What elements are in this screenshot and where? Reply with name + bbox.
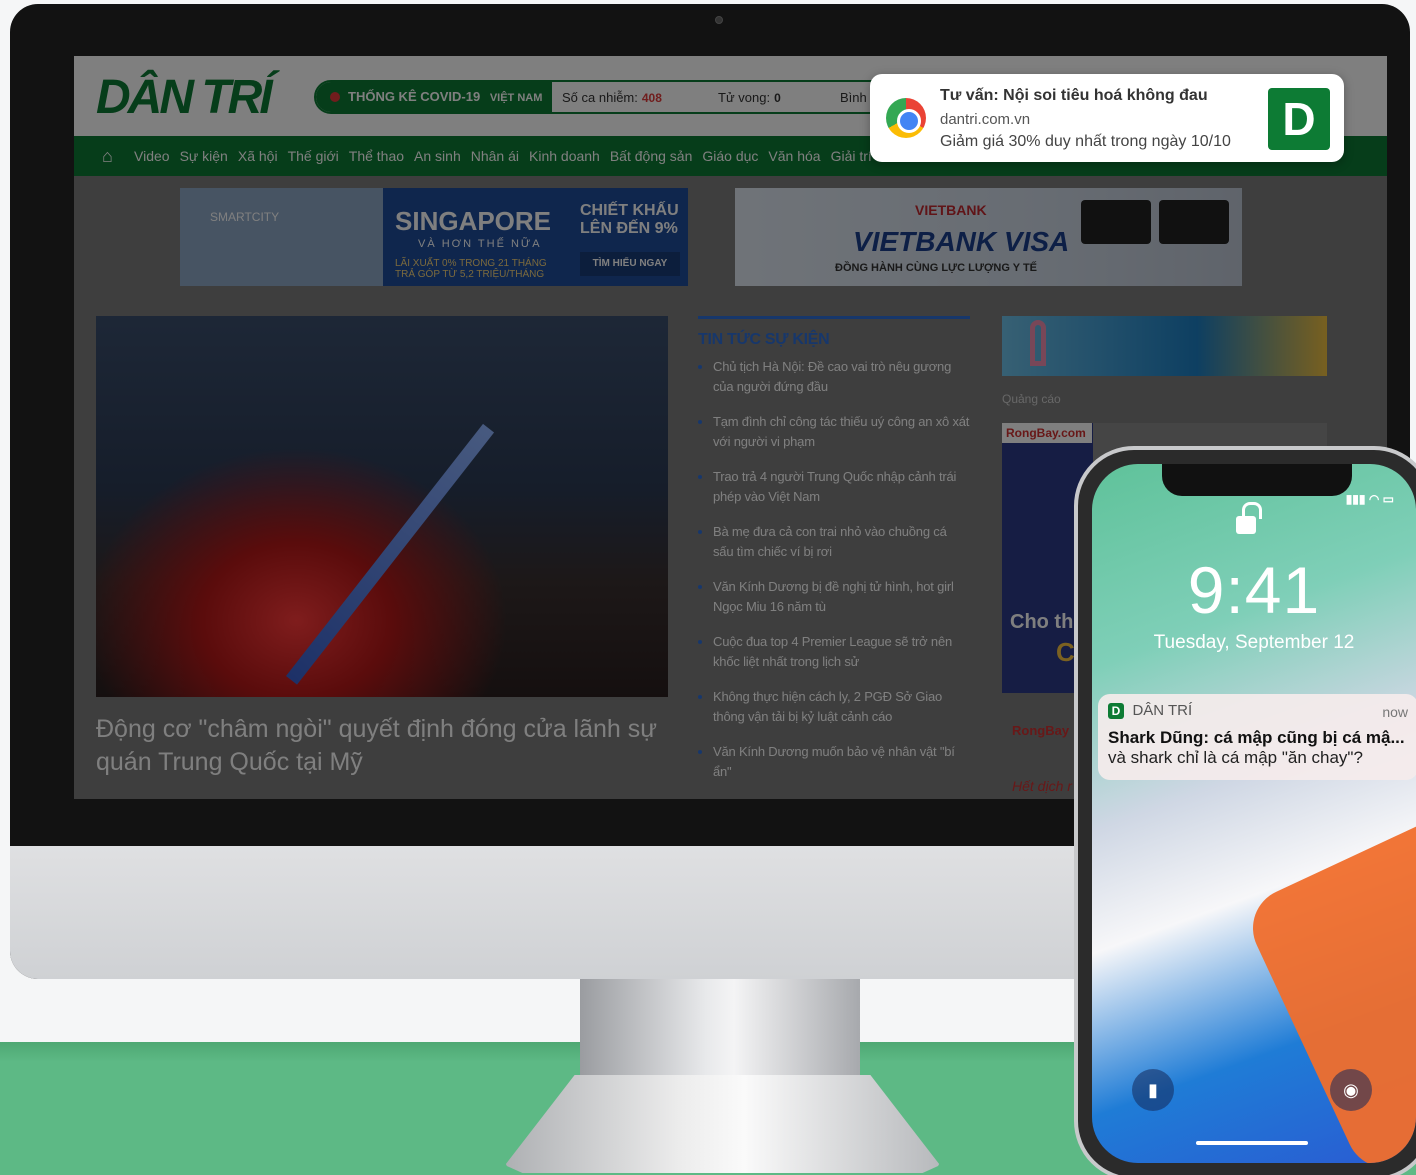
side-ad-ribbon[interactable]	[1002, 316, 1327, 376]
nav-su-kien[interactable]: Sự kiện	[180, 148, 228, 164]
imac-stand	[580, 979, 860, 1079]
wallpaper-shape	[1239, 807, 1416, 1163]
ad1-brand: SMARTCITY	[210, 210, 280, 224]
ad1-cta-button[interactable]: TÌM HIỂU NGAY	[580, 252, 680, 276]
nav-an-sinh[interactable]: An sinh	[414, 148, 461, 164]
home-icon[interactable]: ⌂	[102, 147, 124, 165]
imac-stand-foot	[505, 1075, 940, 1173]
news-item[interactable]: Văn Kính Dương muốn bảo vệ nhân vật "bí …	[698, 742, 970, 797]
dantri-badge-icon: D	[1268, 88, 1330, 150]
notification-body: và shark chỉ là cá mập "ăn chay"?	[1108, 748, 1363, 767]
nav-nhan-ai[interactable]: Nhân ái	[471, 148, 519, 164]
hero-headline[interactable]: Động cơ "châm ngòi" quyết định đóng cửa …	[96, 713, 686, 779]
covid-deaths-value: 0	[774, 91, 781, 105]
rongbay-logo: RongBay.com	[1002, 423, 1092, 443]
banner-ad-vietbank[interactable]: VIETBANK VIETBANK VISA ĐỒNG HÀNH CÙNG LỰ…	[735, 188, 1242, 286]
covid-deaths-label: Tử vong:	[718, 90, 771, 105]
notification-body: Giảm giá 30% duy nhất trong ngày 10/10	[940, 133, 1231, 150]
ad2-sub: ĐỒNG HÀNH CÙNG LỰC LƯỢNG Y TẾ	[835, 262, 1038, 274]
notification-app-name: DÂN TRÍ	[1132, 702, 1193, 720]
news-item[interactable]: Cuộc đua top 4 Premier League sẽ trở nên…	[698, 632, 970, 687]
unlock-icon	[1236, 502, 1262, 534]
chrome-icon	[886, 98, 926, 138]
notification-time: now	[1382, 704, 1408, 720]
ad1-offer: CHIẾT KHẤU LÊN ĐẾN 9%	[580, 202, 679, 237]
news-item[interactable]: Chủ tịch Hà Nội: Đề cao vai trò nêu gươn…	[698, 357, 970, 412]
news-item[interactable]: Trao trả 4 người Trung Quốc nhập cảnh tr…	[698, 467, 970, 522]
ad1-terms: LÃI XUẤT 0% TRONG 21 THÁNG TRẢ GÓP TỪ 5,…	[395, 258, 547, 280]
covid-stats-bar[interactable]: THỐNG KÊ COVID-19 VIỆT NAM Số ca nhiễm: 4…	[314, 80, 904, 114]
notification-source: dantri.com.vn	[940, 111, 1031, 128]
phone-notch	[1162, 464, 1352, 496]
phone-push-notification[interactable]: D DÂN TRÍ now Shark Dũng: cá mập cũng bị…	[1098, 694, 1416, 780]
camera-icon[interactable]: ◉	[1330, 1069, 1372, 1111]
notification-title: Tư vấn: Nội soi tiêu hoá không đau	[940, 87, 1208, 104]
lock-screen: ▮▮▮ ◠ ▭ 9:41 Tuesday, September 12 D DÂN…	[1092, 464, 1416, 1163]
nav-kinh-doanh[interactable]: Kinh doanh	[529, 148, 600, 164]
iphone-frame: ▮▮▮ ◠ ▭ 9:41 Tuesday, September 12 D DÂN…	[1074, 446, 1416, 1175]
flashlight-icon[interactable]: ▮	[1132, 1069, 1174, 1111]
lock-date: Tuesday, September 12	[1153, 632, 1355, 653]
webcam-icon	[715, 16, 723, 24]
home-indicator[interactable]	[1196, 1141, 1308, 1145]
ad1-sub: VÀ HƠN THẾ NỮA	[418, 238, 542, 250]
covid-infected-label: Số ca nhiễm:	[562, 90, 638, 105]
covid-infected: Số ca nhiễm: 408	[562, 90, 662, 105]
lock-time: 9:41	[1187, 553, 1321, 627]
hero-image[interactable]	[96, 316, 668, 697]
nav-giao-duc[interactable]: Giáo dục	[702, 148, 758, 164]
covid-tag-label: THỐNG KÊ COVID-19	[348, 89, 481, 104]
covid-country: VIỆT NAM	[489, 92, 543, 104]
card-image	[1159, 200, 1229, 244]
card-image	[1081, 200, 1151, 244]
rongbay-logo-2[interactable]: RongBay	[1012, 723, 1069, 738]
nav-the-thao[interactable]: Thể thao	[349, 148, 404, 164]
news-item[interactable]: Không thực hiện cách ly, 2 PGĐ Sở Giao t…	[698, 687, 970, 742]
news-item[interactable]: Tạm đình chỉ công tác thiếu uý công an x…	[698, 412, 970, 467]
app-icon: D	[1108, 702, 1124, 719]
notification-title: Shark Dũng: cá mập cũng bị cá mậ...	[1108, 728, 1405, 747]
nav-van-hoa[interactable]: Văn hóa	[768, 148, 820, 164]
ad1-headline: SINGAPORE	[395, 206, 552, 236]
ad2-headline: VIETBANK VISA	[853, 226, 1070, 257]
news-heading[interactable]: TIN TỨC SỰ KIỆN	[698, 316, 970, 349]
nav-giai-tri[interactable]: Giải trí	[831, 148, 872, 164]
ad2-brand: VIETBANK	[915, 202, 987, 218]
covid-tag: THỐNG KÊ COVID-19 VIỆT NAM	[316, 82, 552, 112]
news-item[interactable]: Bà mẹ đưa cả con trai nhỏ vào chuồng cá …	[698, 522, 970, 577]
nav-video[interactable]: Video	[134, 148, 170, 164]
news-list: Chủ tịch Hà Nội: Đề cao vai trò nêu gươn…	[698, 357, 970, 797]
pink-ribbon-icon	[1030, 320, 1046, 366]
covid-infected-value: 408	[641, 91, 662, 105]
news-item[interactable]: Văn Kính Dương bị đề nghị tử hình, hot g…	[698, 577, 970, 632]
nav-the-gioi[interactable]: Thế giới	[288, 148, 339, 164]
banner-ad-singapore[interactable]: SMARTCITY SINGAPORE VÀ HƠN THẾ NỮA CHIẾT…	[180, 188, 688, 286]
ladder-shape	[286, 423, 495, 685]
news-column: TIN TỨC SỰ KIỆN Chủ tịch Hà Nội: Đề cao …	[698, 316, 970, 797]
ad-label: Quảng cáo	[1002, 392, 1061, 406]
chrome-push-notification[interactable]: Tư vấn: Nội soi tiêu hoá không đau dantr…	[870, 74, 1344, 162]
nav-xa-hoi[interactable]: Xã hội	[238, 148, 278, 164]
side-ad-footer: Hết dịch r	[1012, 778, 1072, 794]
status-icons: ▮▮▮ ◠ ▭	[1345, 492, 1394, 506]
nav-bat-dong-san[interactable]: Bất động sản	[610, 148, 693, 164]
covid-deaths: Tử vong: 0	[718, 90, 781, 105]
site-logo[interactable]: DÂN TRÍ	[96, 70, 273, 125]
